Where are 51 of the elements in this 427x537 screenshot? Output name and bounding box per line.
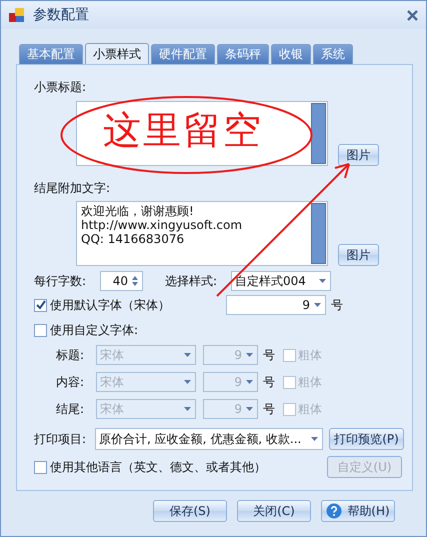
picture-button[interactable]: 图片 — [338, 144, 379, 166]
checkbox[interactable] — [34, 324, 47, 337]
dropdown-arrow-icon — [246, 407, 253, 411]
print-preview-button[interactable]: 打印预览(P) — [329, 428, 404, 450]
checkbox-label: 粗体 — [298, 346, 322, 364]
annotation-text: 这里留空 — [103, 107, 263, 154]
field-label: 打印项目: — [34, 430, 88, 448]
unit-label: 号 — [263, 400, 275, 418]
title-text-field[interactable] — [76, 101, 328, 166]
unit-label: 号 — [263, 374, 275, 390]
dialog-button[interactable]: 帮助(H) — [321, 500, 395, 522]
unit-label: 号 — [263, 346, 275, 364]
dropdown-arrow-icon — [184, 407, 191, 411]
field-label: 每行字数: — [34, 272, 88, 290]
footer-text-field[interactable]: 欢迎光临，谢谢惠顾! http://www.xingyusoft.com QQ: 1416683076 — [76, 201, 328, 266]
checkbox-label: 使用其他语言（英文、德文、或者其他） — [50, 458, 267, 476]
font-size-dropdown[interactable]: 9 — [226, 295, 326, 315]
field-label: 结尾附加文字: — [34, 181, 110, 195]
dropdown-arrow-icon — [314, 303, 321, 307]
scrollbar[interactable] — [311, 203, 326, 264]
field-label: 小票标题: — [34, 80, 86, 94]
help-icon — [326, 503, 342, 519]
dialog-button[interactable]: 关闭(C) — [237, 500, 311, 522]
unit-label: 号 — [331, 296, 343, 314]
number-spinner[interactable]: 40 — [100, 271, 143, 291]
field-label: 结尾: — [54, 400, 84, 418]
dropdown-arrow-icon — [184, 353, 191, 357]
checkbox-label: 使用自定义字体: — [50, 322, 138, 339]
close-icon[interactable] — [407, 10, 418, 20]
dropdown-arrow-icon — [246, 353, 253, 357]
picture-button[interactable]: 图片 — [338, 244, 379, 266]
dialog-button[interactable]: 保存(S) — [153, 500, 227, 522]
checkbox-label: 使用默认字体（宋体） — [50, 296, 171, 314]
checkbox-label: 粗体 — [298, 400, 322, 418]
dropdown-arrow-icon — [311, 437, 318, 441]
dropdown-arrow-icon — [319, 279, 326, 283]
dropdown-arrow-icon — [184, 380, 191, 384]
field-label: 标题: — [54, 346, 84, 364]
field-label: 选择样式: — [165, 272, 218, 290]
checkbox-label: 粗体 — [298, 374, 322, 390]
checkbox[interactable] — [34, 460, 47, 474]
field-label: 内容: — [54, 374, 84, 390]
window-title: 参数配置 — [33, 6, 90, 24]
tab[interactable]: 小票样式 — [85, 43, 149, 64]
style-dropdown[interactable]: 自定样式004 — [231, 271, 331, 291]
app-icon — [9, 7, 25, 23]
dropdown-arrow-icon — [246, 380, 253, 384]
print-items-dropdown[interactable]: 原价合计, 应收金额, 优惠金额, 收款... — [95, 428, 323, 450]
spinner-arrows-icon — [132, 275, 138, 287]
scrollbar[interactable] — [311, 103, 326, 164]
checkbox[interactable] — [34, 298, 47, 312]
